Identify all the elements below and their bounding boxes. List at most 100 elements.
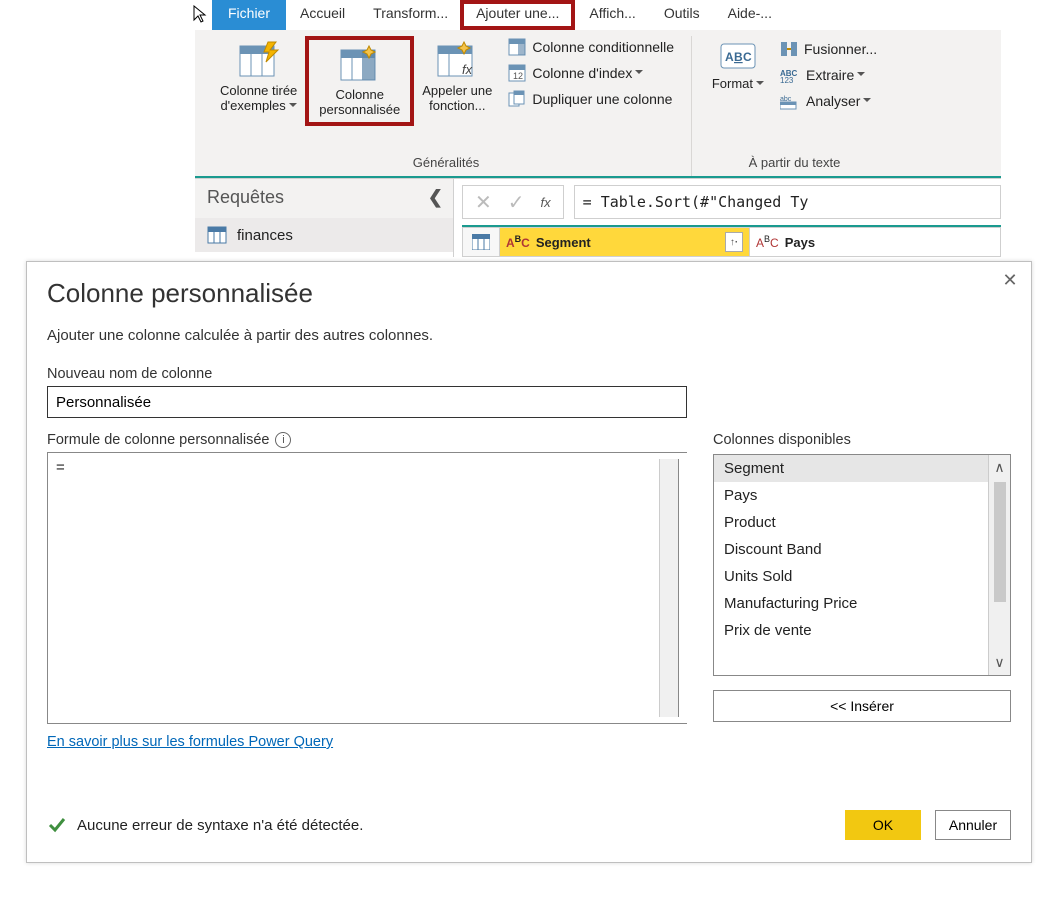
table-lightning-icon xyxy=(238,40,280,80)
queries-pane: Requêtes ❮ finances xyxy=(195,179,454,257)
svg-text:C: C xyxy=(743,50,752,64)
formula-input[interactable]: = xyxy=(47,452,687,724)
queries-header[interactable]: Requêtes ❮ xyxy=(195,179,453,218)
tab-help[interactable]: Aide-... xyxy=(714,0,786,30)
ribbon-body: Colonne tirée d'exemples Colonne personn… xyxy=(195,30,1001,176)
table-sparkle-icon xyxy=(339,44,381,84)
duplicate-icon xyxy=(508,90,526,108)
dialog-close-button[interactable]: ✕ xyxy=(999,270,1021,291)
available-item[interactable]: Units Sold xyxy=(714,563,988,590)
extract-label: Extraire xyxy=(806,67,865,83)
svg-text:fx: fx xyxy=(462,62,473,77)
query-item-label: finances xyxy=(237,227,293,244)
scroll-thumb[interactable] xyxy=(994,482,1006,602)
grid-header: ABC Segment ↑· ABC Pays xyxy=(462,225,1001,257)
queries-title: Requêtes xyxy=(207,187,284,208)
available-item[interactable]: Product xyxy=(714,509,988,536)
available-item[interactable]: Segment xyxy=(714,455,988,482)
format-label: Format xyxy=(712,76,764,91)
status-text: Aucune erreur de syntaxe n'a été détecté… xyxy=(77,817,363,834)
new-column-name-input[interactable] xyxy=(47,386,687,418)
table-icon xyxy=(472,234,490,250)
grid-corner[interactable] xyxy=(462,227,500,257)
index-column-label: Colonne d'index xyxy=(532,65,643,81)
new-column-name-label: Nouveau nom de colonne xyxy=(47,366,1011,382)
info-icon[interactable]: i xyxy=(275,432,291,448)
learn-more-link[interactable]: En savoir plus sur les formules Power Qu… xyxy=(47,734,333,750)
column-header-pays[interactable]: ABC Pays xyxy=(750,227,1001,257)
merge-icon xyxy=(780,40,798,58)
cursor-icon xyxy=(192,5,212,25)
type-text-icon: ABC xyxy=(506,234,530,250)
parse-label: Analyser xyxy=(806,93,871,109)
dialog-title: Colonne personnalisée xyxy=(47,278,1011,309)
insert-button[interactable]: << Insérer xyxy=(713,690,1011,722)
available-item[interactable]: Prix de vente xyxy=(714,617,988,644)
fx-label[interactable]: fx xyxy=(541,195,551,210)
formula-bar-input[interactable]: = Table.Sort(#"Changed Ty xyxy=(574,185,1001,219)
conditional-column-button[interactable]: Colonne conditionnelle xyxy=(504,36,678,58)
merge-columns-button[interactable]: Fusionner... xyxy=(776,38,881,60)
available-item[interactable]: Pays xyxy=(714,482,988,509)
custom-column-dialog: ✕ Colonne personnalisée Ajouter une colo… xyxy=(26,261,1032,863)
cancel-formula-icon[interactable]: ✕ xyxy=(475,190,492,215)
formula-label: Formule de colonne personnalisée i xyxy=(47,432,687,448)
accept-formula-icon[interactable]: ✓ xyxy=(508,190,525,215)
query-item-finances[interactable]: finances xyxy=(195,218,453,252)
scroll-up-icon[interactable]: ∧ xyxy=(994,455,1004,480)
column-from-examples-button[interactable]: Colonne tirée d'exemples xyxy=(214,36,303,114)
available-columns-label: Colonnes disponibles xyxy=(713,432,1011,448)
tab-tools[interactable]: Outils xyxy=(650,0,714,30)
formula-bar: ✕ ✓ fx = Table.Sort(#"Changed Ty xyxy=(454,179,1001,225)
svg-text:B: B xyxy=(734,50,743,64)
available-columns-items[interactable]: Segment Pays Product Discount Band Units… xyxy=(714,455,988,675)
cancel-button[interactable]: Annuler xyxy=(935,810,1011,840)
available-columns-list: Segment Pays Product Discount Band Units… xyxy=(713,454,1011,676)
ok-button[interactable]: OK xyxy=(845,810,921,840)
group-general-label: Généralités xyxy=(201,155,691,176)
tab-home[interactable]: Accueil xyxy=(286,0,359,30)
editor-area: ✕ ✓ fx = Table.Sort(#"Changed Ty ABC Seg… xyxy=(454,179,1001,257)
tab-transform[interactable]: Transform... xyxy=(359,0,462,30)
invoke-function-label: Appeler une fonction... xyxy=(422,84,492,114)
check-icon xyxy=(47,815,67,835)
parse-icon: abc xyxy=(780,92,800,110)
table-fx-icon: fx xyxy=(436,40,478,80)
group-text-label: À partir du texte xyxy=(698,155,891,176)
tab-file[interactable]: Fichier xyxy=(212,0,286,30)
conditional-icon xyxy=(508,38,526,56)
tab-strip: Fichier Accueil Transform... Ajouter une… xyxy=(195,0,1001,30)
collapse-icon[interactable]: ❮ xyxy=(428,187,443,208)
formula-scrollbar[interactable] xyxy=(659,459,679,717)
table-icon xyxy=(207,226,227,244)
conditional-column-label: Colonne conditionnelle xyxy=(532,39,674,55)
tab-add-column[interactable]: Ajouter une... xyxy=(460,0,575,30)
tab-view[interactable]: Affich... xyxy=(575,0,649,30)
available-item[interactable]: Discount Band xyxy=(714,536,988,563)
extract-icon: ABC 123 xyxy=(780,66,800,84)
merge-label: Fusionner... xyxy=(804,41,877,57)
custom-column-button[interactable]: Colonne personnalisée xyxy=(305,36,414,126)
extract-button[interactable]: ABC 123 Extraire xyxy=(776,64,881,86)
type-text-icon: ABC xyxy=(756,234,779,250)
sort-indicator-icon[interactable]: ↑· xyxy=(725,232,743,252)
formula-text: = xyxy=(56,459,659,717)
column-header-segment-label: Segment xyxy=(536,235,591,250)
duplicate-column-label: Dupliquer une colonne xyxy=(532,91,672,107)
column-header-segment[interactable]: ABC Segment ↑· xyxy=(500,227,750,257)
index-icon: 12 xyxy=(508,64,526,82)
duplicate-column-button[interactable]: Dupliquer une colonne xyxy=(504,88,678,110)
custom-column-label: Colonne personnalisée xyxy=(319,88,400,118)
formula-bar-buttons: ✕ ✓ fx xyxy=(462,185,564,219)
svg-text:A: A xyxy=(725,50,734,64)
parse-button[interactable]: abc Analyser xyxy=(776,90,881,112)
available-item[interactable]: Manufacturing Price xyxy=(714,590,988,617)
invoke-function-button[interactable]: fx Appeler une fonction... xyxy=(416,36,498,114)
index-column-button[interactable]: 12 Colonne d'index xyxy=(504,62,678,84)
ribbon: Fichier Accueil Transform... Ajouter une… xyxy=(195,0,1001,178)
available-columns-scrollbar[interactable]: ∧ ∨ xyxy=(988,455,1010,675)
dialog-subtitle: Ajouter une colonne calculée à partir de… xyxy=(47,327,1011,344)
scroll-down-icon[interactable]: ∨ xyxy=(994,650,1004,675)
svg-text:123: 123 xyxy=(780,76,794,84)
format-button[interactable]: A B C Format xyxy=(704,36,772,91)
